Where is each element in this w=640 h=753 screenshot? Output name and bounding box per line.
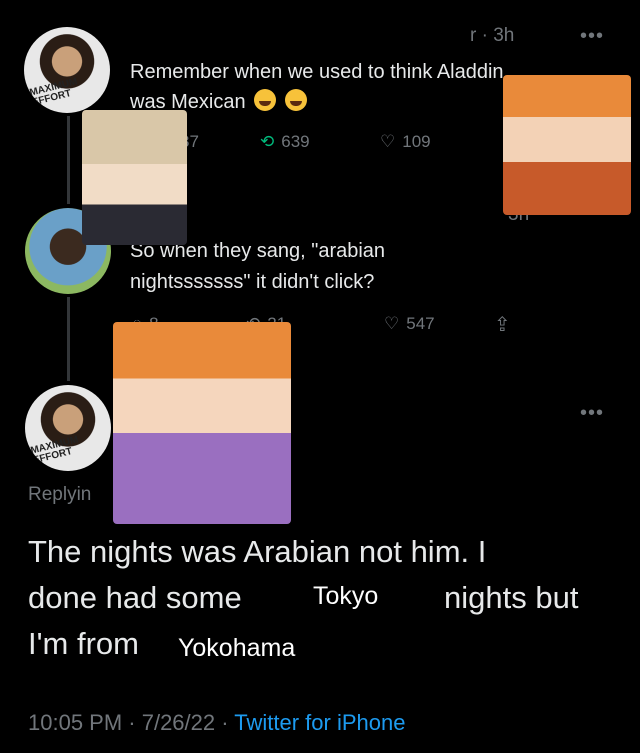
tweet-source-link[interactable]: Twitter for iPhone [234,710,405,735]
anime-character-image [503,75,631,215]
tweet-footer: 10:05 PM · 7/26/22 · Twitter for iPhone [28,710,405,736]
thread-line [67,297,70,381]
like-button[interactable]: ♡ 547 [384,314,435,334]
tweet-text: The nights was Arabian not him. I [28,534,487,569]
more-options-icon[interactable]: ••• [580,402,604,425]
retweet-icon: ⟲ [260,132,275,151]
overlay-label: Yokohama [175,634,299,663]
tweet-datetime: 10:05 PM · 7/26/22 · [28,710,235,735]
avatar[interactable]: MAXIMUM EFFORT [25,385,111,471]
avatar-shirt-text: MAXIMUM EFFORT [29,434,80,467]
rolling-on-floor-laughing-icon [254,89,277,111]
tweet-text: Remember when we used to think Aladdin [130,61,504,83]
retweet-button[interactable]: ⟲ 639 [260,132,310,152]
more-options-icon[interactable]: ••• [580,25,604,48]
avatar[interactable]: MAXIMUM EFFORT [24,27,110,113]
rolling-on-floor-laughing-icon [284,89,307,111]
retweet-count: 639 [281,132,310,151]
heart-icon: ♡ [380,132,396,151]
avatar-shirt-text: MAXIMUM EFFORT [28,76,79,109]
like-count: 547 [406,314,435,333]
tweet-text: I'm from [28,626,139,661]
tweet-text: nightsssssss" it didn't click? [130,271,375,293]
thread-line [67,116,70,204]
share-icon[interactable]: ⇪ [494,312,511,337]
like-button[interactable]: ♡ 109 [380,132,431,152]
anime-character-image [82,110,187,245]
like-count: 109 [402,132,431,151]
anime-character-image [113,322,291,524]
heart-icon: ♡ [384,314,400,333]
tweet-text: nights but [444,580,579,615]
tweet-timestamp[interactable]: r · 3h [470,25,514,47]
tweet-text: done had some [28,580,242,615]
overlay-label: Tokyo [310,582,382,611]
replying-to-text: Replyin [28,484,92,505]
